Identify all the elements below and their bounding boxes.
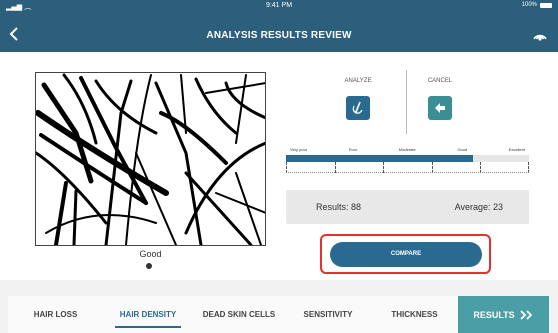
analyze-button[interactable] — [346, 96, 370, 120]
results-value: 88 — [351, 202, 362, 212]
sensor-button[interactable] — [532, 27, 548, 43]
average-readout: Average: 23 — [455, 202, 503, 212]
scale-baseline — [286, 172, 529, 173]
battery-percent: 100% — [521, 2, 537, 8]
analysis-panel: Good ANALYZE CANCEL Very poor Poor Moder… — [0, 52, 558, 280]
scale-labels: Very poor Poor Moderate Good Excellent — [286, 147, 529, 152]
sensor-signal-icon — [533, 34, 547, 41]
battery-icon — [540, 2, 552, 8]
microscope-probe-icon — [352, 101, 363, 114]
image-rating-label: Good — [139, 249, 162, 259]
hair-strands-image — [36, 73, 265, 245]
tab-sensitivity[interactable]: SENSITIVITY — [285, 296, 371, 333]
hair-density-image — [35, 72, 266, 246]
tab-hair-loss[interactable]: HAIR LOSS — [8, 296, 103, 333]
rating-scale: Very poor Poor Moderate Good Excellent — [286, 147, 529, 174]
analyze-label: ANALYZE — [344, 78, 372, 84]
category-tab-bar: HAIR LOSS HAIR DENSITY DEAD SKIN CELLS S… — [8, 296, 549, 333]
cancel-button[interactable] — [428, 96, 452, 120]
tab-hair-density[interactable]: HAIR DENSITY — [103, 296, 193, 333]
compare-button[interactable]: COMPARE — [330, 242, 482, 267]
scale-ticks — [286, 162, 529, 174]
results-summary: Results: 88 Average: 23 — [286, 190, 529, 224]
average-value: 23 — [492, 202, 503, 212]
results-label: Results: — [316, 202, 349, 212]
page-title: ANALYSIS RESULTS REVIEW — [206, 30, 352, 41]
scale-label-poor: Poor — [348, 147, 358, 152]
app-header: ▂▄▆ ︵ 9:41 PM 100% ANALYSIS RESULTS REVI… — [0, 0, 558, 52]
tab-results-label: RESULTS — [473, 309, 515, 320]
battery-status: 100% — [522, 2, 552, 8]
scale-label-moderate: Moderate — [398, 147, 416, 152]
scale-fill — [286, 155, 474, 162]
tab-results[interactable]: RESULTS — [458, 296, 549, 333]
tab-dead-skin-cells[interactable]: DEAD SKIN CELLS — [193, 296, 285, 333]
scale-track — [286, 155, 529, 162]
tab-thickness[interactable]: THICKNESS — [371, 296, 458, 333]
average-label: Average: — [454, 202, 491, 212]
image-page-indicator[interactable] — [146, 263, 152, 269]
results-readout: Results: 88 — [316, 202, 361, 212]
scale-label-very-poor: Very poor — [290, 147, 308, 152]
arrow-left-icon — [435, 103, 445, 113]
action-divider — [406, 70, 407, 134]
cancel-label: CANCEL — [427, 78, 453, 84]
scale-label-excellent: Excellent — [508, 147, 525, 152]
scale-label-good: Good — [457, 147, 468, 152]
double-chevron-right-icon — [520, 309, 532, 320]
status-time: 9:41 PM — [265, 2, 293, 9]
